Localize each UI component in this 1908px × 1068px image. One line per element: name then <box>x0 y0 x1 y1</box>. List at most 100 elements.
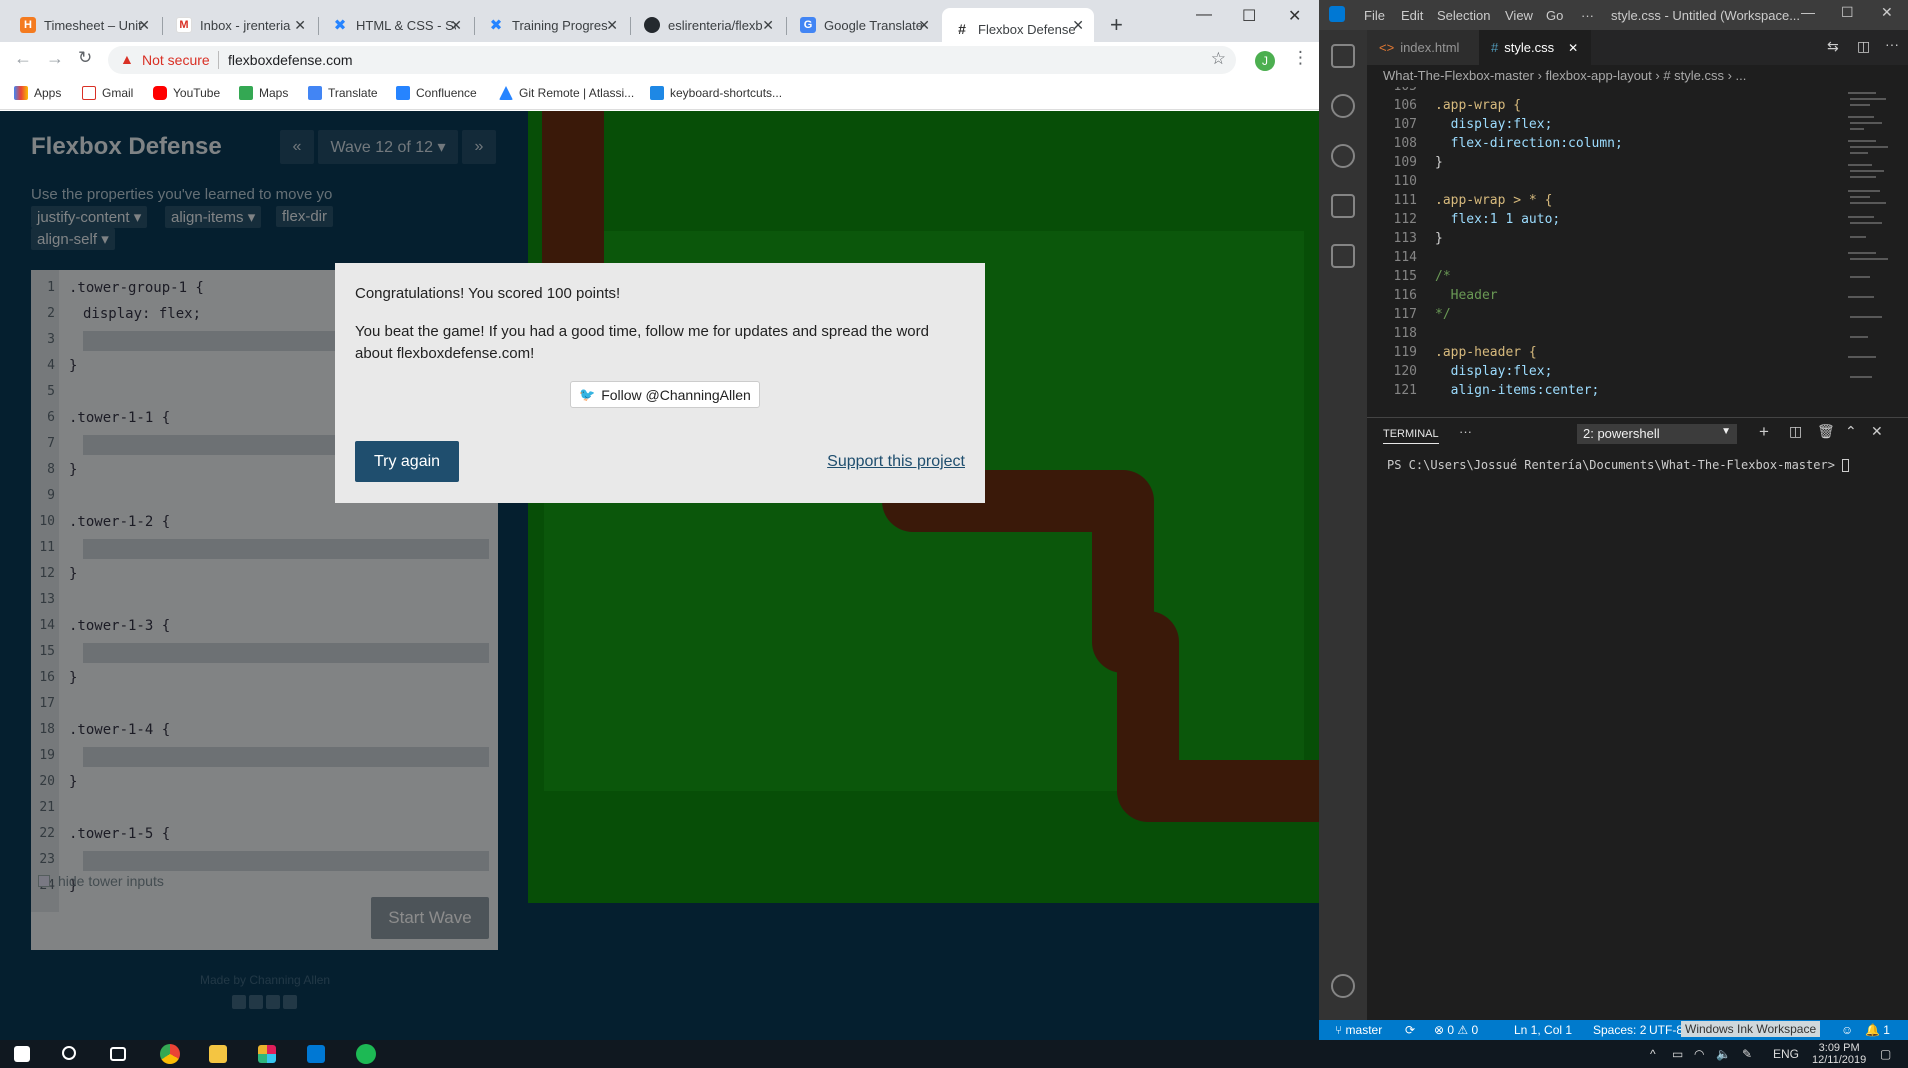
maximize-icon[interactable]: ☐ <box>1242 6 1256 26</box>
sync-icon[interactable]: ⟳ <box>1405 1023 1415 1037</box>
task-view-icon[interactable] <box>110 1047 126 1061</box>
terminal-selector[interactable]: 2: powershell ▼ <box>1577 424 1737 444</box>
tab-gmail[interactable]: M Inbox - jrenteria ✕ <box>164 8 316 42</box>
slack-icon[interactable] <box>258 1045 276 1063</box>
html-file-icon: <> <box>1379 40 1395 55</box>
file-explorer-icon[interactable] <box>209 1045 227 1063</box>
modal-backdrop[interactable] <box>0 111 1319 1040</box>
tab-google-translate[interactable]: G Google Translate ✕ <box>788 8 940 42</box>
close-tab-icon[interactable]: ✕ <box>606 17 618 34</box>
bookmark-git-remote[interactable]: Git Remote | Atlassi... <box>499 86 634 100</box>
bookmark-translate[interactable]: Translate <box>308 86 378 100</box>
clock[interactable]: 3:09 PM 12/11/2019 <box>1812 1042 1866 1066</box>
search-icon[interactable] <box>1331 94 1355 118</box>
close-tab-icon[interactable]: ✕ <box>762 17 774 34</box>
feedback-icon[interactable]: ☺ <box>1841 1023 1853 1037</box>
open-changes-icon[interactable]: ⇆ <box>1827 38 1839 55</box>
new-tab-icon[interactable]: + <box>1110 12 1123 38</box>
forward-icon[interactable]: → <box>46 48 64 69</box>
close-tab-icon[interactable]: ✕ <box>918 17 930 34</box>
windows-start-icon[interactable] <box>14 1046 30 1062</box>
wifi-icon[interactable]: ◠ <box>1694 1047 1704 1061</box>
new-terminal-icon[interactable]: + <box>1759 422 1769 442</box>
close-tab-icon[interactable]: ✕ <box>294 17 306 34</box>
bookmark-star-icon[interactable]: ☆ <box>1211 49 1226 69</box>
bookmark-maps[interactable]: Maps <box>239 86 288 100</box>
bookmark-gmail[interactable]: Gmail <box>82 86 133 100</box>
chrome-icon[interactable] <box>160 1044 180 1064</box>
close-panel-icon[interactable]: ✕ <box>1871 423 1883 440</box>
support-project-link[interactable]: Support this project <box>827 453 965 471</box>
close-tab-icon[interactable]: ✕ <box>450 17 462 34</box>
gmail-icon: M <box>176 17 192 33</box>
breadcrumb[interactable]: What-The-Flexbox-master › flexbox-app-la… <box>1367 65 1908 87</box>
close-window-icon[interactable]: ✕ <box>1881 4 1893 21</box>
encoding[interactable]: UTF-8 <box>1649 1023 1683 1037</box>
address-bar[interactable]: ▲ Not secure flexboxdefense.com ☆ <box>108 46 1236 74</box>
tab-terminal[interactable]: TERMINAL <box>1383 428 1439 444</box>
close-window-icon[interactable]: ✕ <box>1288 6 1301 26</box>
bookmark-youtube[interactable]: YouTube <box>153 86 220 100</box>
bookmark-keyboard-shortcuts[interactable]: keyboard-shortcuts... <box>650 86 782 100</box>
pen-icon[interactable]: ✎ <box>1742 1047 1752 1061</box>
maximize-icon[interactable]: ☐ <box>1841 4 1854 21</box>
twitter-follow-button[interactable]: 🐦 Follow @ChanningAllen <box>570 381 760 408</box>
tray-chevron-icon[interactable]: ^ <box>1650 1047 1656 1061</box>
minimap[interactable] <box>1846 87 1894 417</box>
more-actions-icon[interactable]: ··· <box>1885 36 1899 52</box>
split-editor-icon[interactable]: ◫ <box>1857 38 1870 55</box>
more-panels-icon[interactable]: ··· <box>1459 424 1472 439</box>
notifications-bell-icon[interactable]: 🔔 1 <box>1865 1023 1890 1037</box>
url-text[interactable]: flexboxdefense.com <box>228 52 353 68</box>
source-control-icon[interactable] <box>1331 144 1355 168</box>
extensions-icon[interactable] <box>1331 244 1355 268</box>
indentation[interactable]: Spaces: 2 <box>1593 1023 1646 1037</box>
reload-icon[interactable]: ↻ <box>78 48 92 68</box>
profile-avatar[interactable]: J <box>1255 51 1275 71</box>
bookmark-apps[interactable]: Apps <box>14 86 61 100</box>
tab-github[interactable]: eslirenteria/flexb ✕ <box>632 8 784 42</box>
code-line: flex:1 1 auto; <box>1435 212 1561 227</box>
menu-more[interactable]: ··· <box>1581 8 1594 23</box>
battery-icon[interactable]: ▭ <box>1672 1047 1683 1061</box>
tab-timesheet[interactable]: H Timesheet – Unit ✕ <box>8 8 160 42</box>
tab-html-css[interactable]: ✖ HTML & CSS - Sc ✕ <box>320 8 472 42</box>
spotify-icon[interactable] <box>356 1044 376 1064</box>
action-center-icon[interactable]: ▢ <box>1880 1047 1891 1061</box>
bookmark-confluence[interactable]: Confluence <box>396 86 477 100</box>
vscode-icon[interactable] <box>307 1045 325 1063</box>
search-icon[interactable] <box>62 1046 76 1060</box>
tab-style-css[interactable]: # style.css ✕ <box>1479 30 1591 65</box>
language-indicator[interactable]: ENG <box>1773 1047 1799 1061</box>
try-again-button[interactable]: Try again <box>355 441 459 482</box>
menu-file[interactable]: File <box>1364 8 1385 23</box>
back-icon[interactable]: ← <box>14 48 32 69</box>
menu-go[interactable]: Go <box>1546 8 1563 23</box>
minimize-icon[interactable]: — <box>1801 4 1815 20</box>
menu-icon[interactable]: ⋮ <box>1292 48 1309 68</box>
close-tab-icon[interactable]: ✕ <box>1072 17 1084 34</box>
minimize-icon[interactable]: — <box>1196 6 1212 24</box>
menu-selection[interactable]: Selection <box>1437 8 1490 23</box>
volume-icon[interactable]: 🔈 <box>1716 1047 1731 1061</box>
trash-icon[interactable]: 🗑 <box>1817 423 1835 440</box>
security-label[interactable]: Not secure <box>142 52 210 68</box>
branch-indicator[interactable]: ⑂ master <box>1335 1023 1382 1037</box>
close-tab-icon[interactable]: ✕ <box>1568 41 1578 55</box>
explorer-icon[interactable] <box>1331 44 1355 68</box>
tab-index-html[interactable]: <> index.html <box>1367 30 1479 65</box>
code-editor[interactable]: 105 106 107 108 109 110 111 112 113 114 … <box>1367 87 1908 417</box>
close-tab-icon[interactable]: ✕ <box>138 17 150 34</box>
problems-indicator[interactable]: ⊗ 0 ⚠ 0 <box>1434 1023 1478 1037</box>
terminal-output[interactable]: PS C:\Users\Jossué Rentería\Documents\Wh… <box>1387 458 1850 472</box>
debug-icon[interactable] <box>1331 194 1355 218</box>
gear-icon[interactable] <box>1331 974 1355 998</box>
flexbox-defense-page: Flexbox Defense « Wave 12 of 12 ▾ » Use … <box>0 111 1319 1040</box>
menu-view[interactable]: View <box>1505 8 1533 23</box>
split-terminal-icon[interactable]: ◫ <box>1789 423 1802 440</box>
maximize-panel-icon[interactable]: ⌃ <box>1845 423 1857 440</box>
tab-training[interactable]: ✖ Training Progres ✕ <box>476 8 628 42</box>
branch-label: master <box>1345 1023 1383 1037</box>
menu-edit[interactable]: Edit <box>1401 8 1423 23</box>
cursor-position[interactable]: Ln 1, Col 1 <box>1514 1023 1572 1037</box>
